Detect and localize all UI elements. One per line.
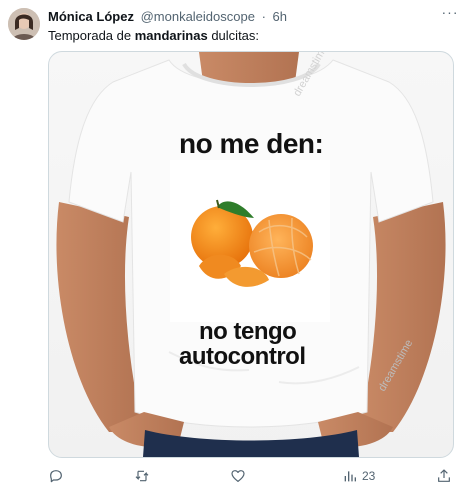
action-bar: 23 xyxy=(48,466,452,486)
author-handle[interactable]: @monkaleidoscope xyxy=(141,9,255,24)
avatar[interactable] xyxy=(8,8,40,40)
retweet-icon xyxy=(135,470,149,482)
share-button[interactable] xyxy=(436,466,452,486)
views-count: 23 xyxy=(362,469,376,483)
retweet-button[interactable] xyxy=(134,466,150,486)
tweet-image[interactable]: dreamstime dreamstime no me den: no teng… xyxy=(48,51,454,458)
reply-icon xyxy=(50,470,62,483)
tweet-text: Temporada de mandarinas dulcitas: xyxy=(48,28,259,44)
caption-top: no me den: xyxy=(179,128,324,159)
reply-button[interactable] xyxy=(48,466,64,486)
analytics-icon xyxy=(344,471,356,482)
tweet-card[interactable]: Mónica López @monkaleidoscope · 6h ··· T… xyxy=(0,0,474,499)
caption-bottom-line1: no tengo xyxy=(199,318,297,345)
like-button[interactable] xyxy=(230,466,246,486)
caption-bottom-line2: autocontrol xyxy=(179,343,306,370)
tweet-text-end: dulcitas: xyxy=(207,28,260,43)
tweet-text-bold: mandarinas xyxy=(134,28,208,43)
views-button[interactable]: 23 xyxy=(342,466,375,486)
tshirt-illustration: dreamstime dreamstime xyxy=(56,52,446,457)
more-options-icon[interactable]: ··· xyxy=(440,5,460,22)
share-icon xyxy=(438,469,450,482)
heart-icon xyxy=(231,470,245,482)
author-name[interactable]: Mónica López xyxy=(48,9,134,24)
time-separator: · xyxy=(261,9,266,24)
tweet-text-start: Temporada de xyxy=(48,28,135,43)
peeled-orange-icon xyxy=(249,214,313,278)
tweet-time[interactable]: 6h xyxy=(273,9,287,24)
tweet-header: Mónica López @monkaleidoscope · 6h xyxy=(48,9,287,25)
